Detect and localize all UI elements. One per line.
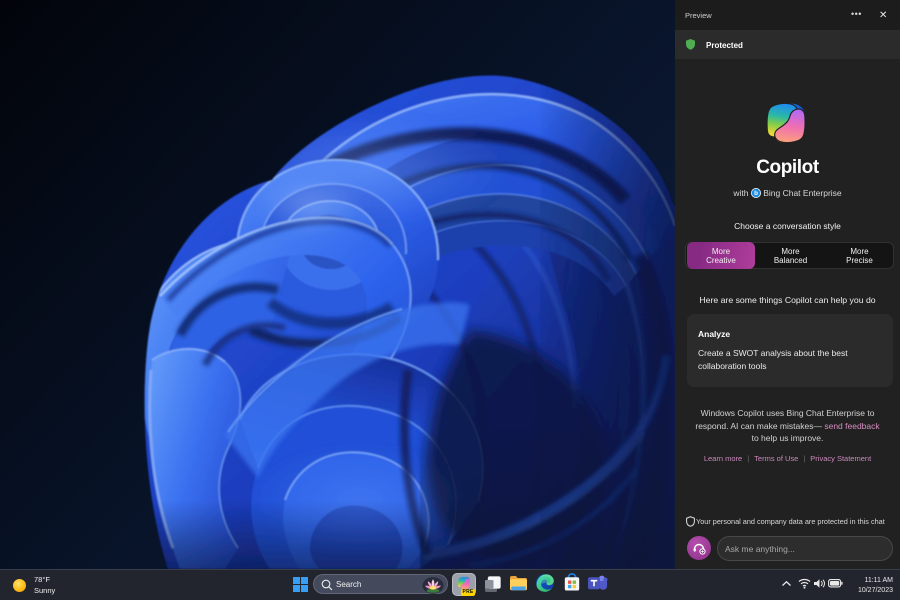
svg-text:b: b bbox=[754, 190, 758, 197]
